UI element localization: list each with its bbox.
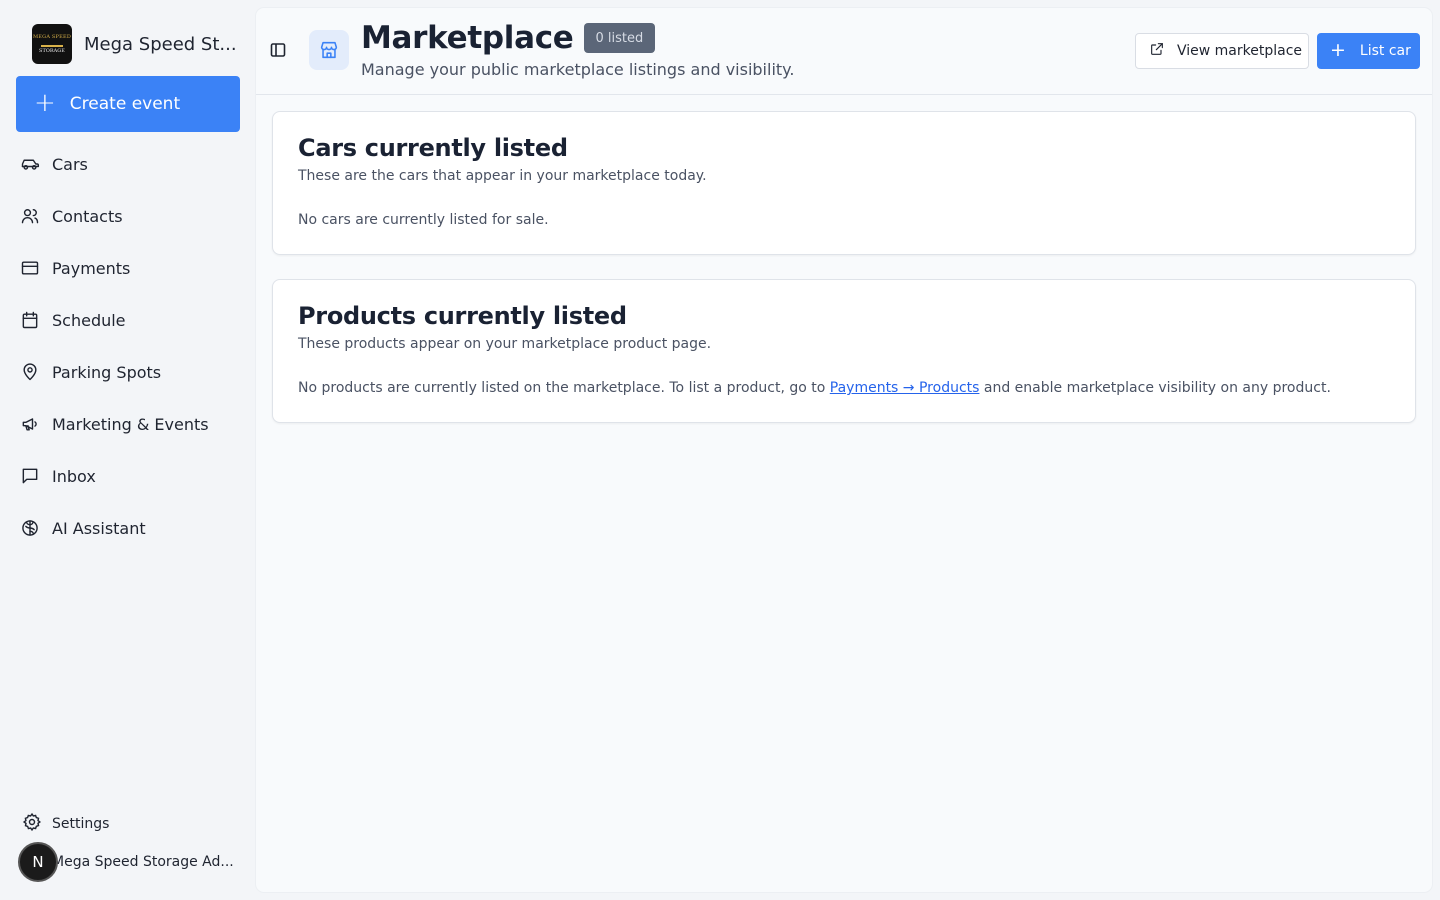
sidebar: MEGA SPEED STORAGE Mega Speed St... + Cr… bbox=[0, 0, 256, 900]
external-link-icon bbox=[1149, 41, 1165, 61]
view-marketplace-button[interactable]: View marketplace bbox=[1135, 33, 1309, 69]
cars-listed-card: Cars currently listed These are the cars… bbox=[272, 111, 1416, 255]
logo-car-mark bbox=[41, 41, 63, 47]
users-icon bbox=[20, 206, 40, 226]
payments-products-link[interactable]: Payments → Products bbox=[830, 380, 980, 396]
storefront-icon bbox=[309, 30, 349, 70]
brand-logo: MEGA SPEED STORAGE bbox=[32, 24, 72, 64]
avatar: N bbox=[18, 842, 58, 882]
message-square-icon bbox=[20, 466, 40, 486]
sidebar-item-label: AI Assistant bbox=[52, 518, 146, 538]
page-title: Marketplace bbox=[361, 20, 574, 56]
plus-icon: + bbox=[34, 88, 56, 118]
logo-text-top: MEGA SPEED bbox=[32, 34, 72, 40]
empty-text-after: and enable marketplace visibility on any… bbox=[979, 380, 1331, 396]
card-description: These products appear on your marketplac… bbox=[298, 336, 712, 352]
settings-link[interactable]: Settings bbox=[22, 812, 109, 836]
sidebar-item-cars[interactable]: Cars bbox=[0, 138, 256, 190]
sidebar-item-parking-spots[interactable]: Parking Spots bbox=[0, 346, 256, 398]
gear-icon bbox=[22, 812, 42, 836]
calendar-icon bbox=[20, 310, 40, 330]
products-listed-card: Products currently listed These products… bbox=[272, 279, 1416, 423]
sidebar-item-label: Parking Spots bbox=[52, 362, 162, 382]
car-icon bbox=[20, 154, 40, 174]
credit-card-icon bbox=[20, 258, 40, 278]
sidebar-item-label: Inbox bbox=[52, 466, 96, 486]
sidebar-nav: Cars Contacts Payments Schedule Parking … bbox=[0, 138, 256, 554]
account-menu[interactable]: N Mega Speed Storage Ad... bbox=[18, 842, 234, 882]
create-event-label: Create event bbox=[69, 94, 181, 114]
brand[interactable]: MEGA SPEED STORAGE Mega Speed St... bbox=[32, 24, 237, 64]
brand-name: Mega Speed St... bbox=[84, 33, 237, 55]
sidebar-item-ai-assistant[interactable]: AI Assistant bbox=[0, 502, 256, 554]
card-title: Cars currently listed bbox=[298, 134, 568, 162]
sidebar-item-label: Payments bbox=[52, 258, 131, 278]
plus-icon: + bbox=[1330, 38, 1346, 61]
settings-label: Settings bbox=[52, 816, 110, 832]
sidebar-item-payments[interactable]: Payments bbox=[0, 242, 256, 294]
empty-text-before: No products are currently listed on the … bbox=[298, 380, 830, 396]
sidebar-item-marketing-events[interactable]: Marketing & Events bbox=[0, 398, 256, 450]
title-row: Marketplace 0 listed bbox=[361, 20, 656, 56]
sidebar-item-label: Cars bbox=[52, 154, 88, 174]
empty-state-text: No products are currently listed on the … bbox=[298, 380, 1331, 396]
sidebar-item-schedule[interactable]: Schedule bbox=[0, 294, 256, 346]
list-car-label: List car bbox=[1359, 43, 1411, 59]
main-panel: Marketplace 0 listed Manage your public … bbox=[256, 8, 1432, 892]
create-event-button[interactable]: + Create event bbox=[16, 76, 240, 132]
sidebar-item-label: Marketing & Events bbox=[52, 414, 209, 434]
account-name: Mega Speed Storage Ad... bbox=[52, 854, 234, 870]
sidebar-item-label: Contacts bbox=[52, 206, 123, 226]
sidebar-item-label: Schedule bbox=[52, 310, 126, 330]
map-pin-icon bbox=[20, 362, 40, 382]
view-marketplace-label: View marketplace bbox=[1177, 43, 1303, 59]
brain-icon bbox=[20, 518, 40, 538]
sidebar-item-contacts[interactable]: Contacts bbox=[0, 190, 256, 242]
page-subtitle: Manage your public marketplace listings … bbox=[361, 60, 795, 79]
sidebar-toggle-icon[interactable] bbox=[270, 42, 286, 58]
logo-text-bottom: STORAGE bbox=[39, 48, 65, 54]
listed-count-badge: 0 listed bbox=[583, 23, 656, 53]
megaphone-icon bbox=[20, 414, 40, 434]
sidebar-item-inbox[interactable]: Inbox bbox=[0, 450, 256, 502]
empty-state-text: No cars are currently listed for sale. bbox=[298, 212, 549, 228]
card-title: Products currently listed bbox=[298, 302, 627, 330]
list-car-button[interactable]: + List car bbox=[1317, 33, 1420, 69]
page-header: Marketplace 0 listed Manage your public … bbox=[256, 8, 1432, 95]
card-description: These are the cars that appear in your m… bbox=[298, 168, 707, 184]
